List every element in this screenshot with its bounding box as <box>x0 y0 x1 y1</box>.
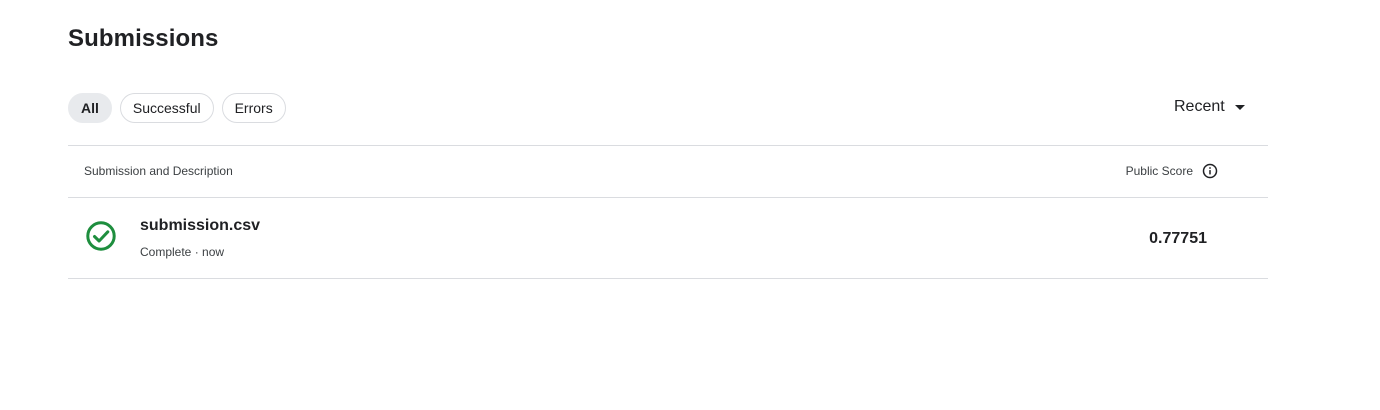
table-row[interactable]: submission.csv Complete · now 0.77751 <box>68 198 1268 279</box>
submission-filter-chips: All Successful Errors <box>68 93 286 123</box>
page-title: Submissions <box>68 25 219 52</box>
submission-file-name[interactable]: submission.csv <box>140 217 260 235</box>
status-separator: · <box>194 245 199 259</box>
submission-status: Complete <box>140 245 192 259</box>
caret-down-icon <box>1234 105 1245 110</box>
sort-dropdown-label: Recent <box>1174 98 1225 115</box>
filter-chip-errors[interactable]: Errors <box>221 93 286 123</box>
sort-dropdown[interactable]: Recent <box>1174 98 1245 116</box>
public-score-value: 0.77751 <box>1149 230 1207 247</box>
filter-chip-successful[interactable]: Successful <box>119 93 214 123</box>
filter-chip-all[interactable]: All <box>68 93 112 123</box>
submissions-page: Submissions All Successful Errors Recent… <box>0 0 1380 410</box>
public-score-column-header: Public Score <box>1126 163 1218 179</box>
info-icon[interactable] <box>1202 163 1218 179</box>
submission-time: now <box>202 245 225 259</box>
submission-status-line: Complete · now <box>140 245 224 259</box>
check-circle-icon <box>86 221 116 251</box>
public-score-header-label: Public Score <box>1125 164 1193 178</box>
table-header: Submission and Description Public Score <box>68 145 1268 198</box>
submissions-table: Submission and Description Public Score … <box>68 145 1268 279</box>
submission-description-column-header: Submission and Description <box>84 164 233 178</box>
